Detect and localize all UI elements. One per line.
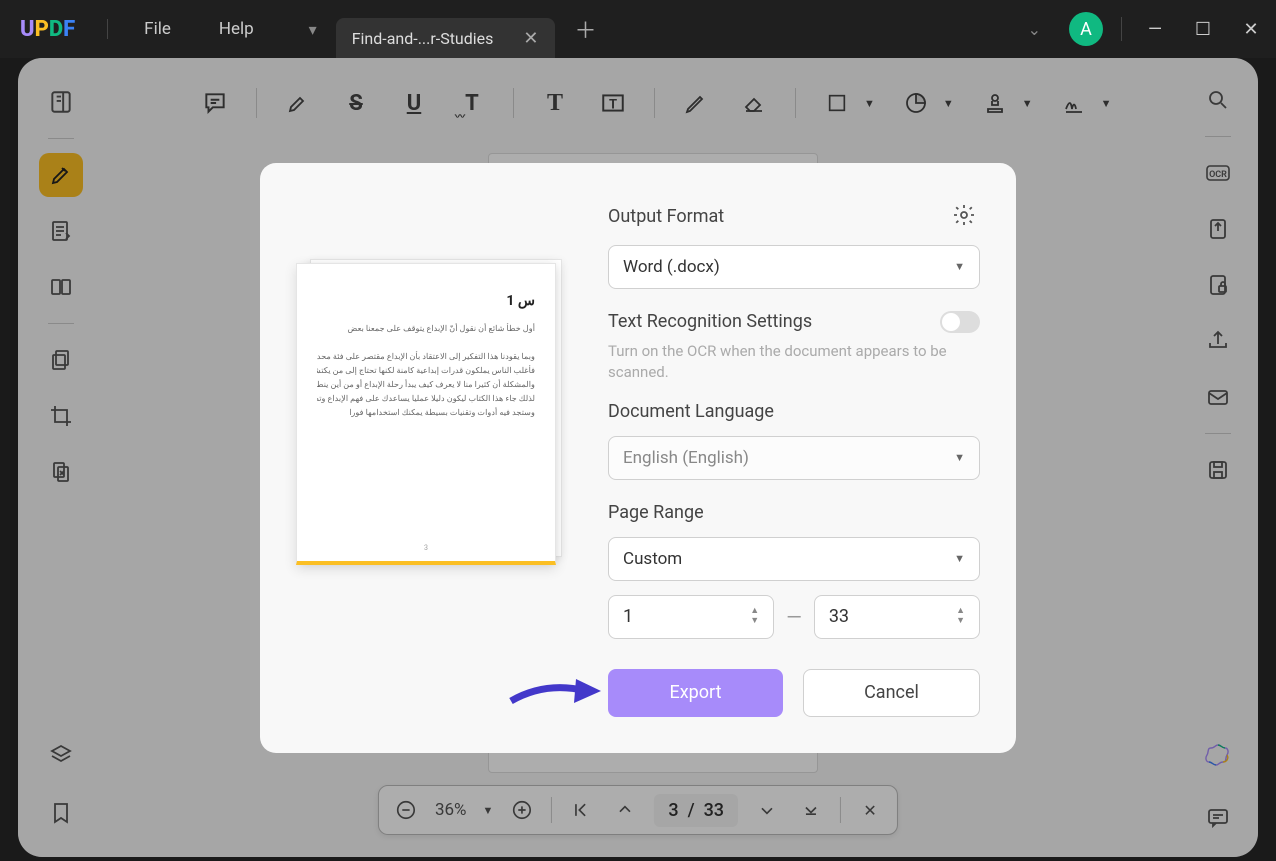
- settings-gear-icon[interactable]: [952, 203, 980, 231]
- menu-file[interactable]: File: [120, 19, 195, 39]
- output-format-value: Word (.docx): [623, 257, 720, 277]
- workspace: S U T〰 T T ▼ ▼ ▼ ▼ OCR 36% ▼: [18, 58, 1258, 857]
- window-minimize[interactable]: —: [1140, 19, 1170, 40]
- language-value: English (English): [623, 448, 749, 468]
- ocr-label: Text Recognition Settings: [608, 311, 812, 332]
- export-button[interactable]: Export: [608, 669, 783, 717]
- page-range-value: Custom: [623, 549, 682, 569]
- page-to-input[interactable]: 33 ▲▼: [814, 595, 980, 639]
- menu-help[interactable]: Help: [195, 19, 278, 39]
- dropdown-icon: ▼: [954, 552, 965, 565]
- page-range-select[interactable]: Custom ▼: [608, 537, 980, 581]
- export-form: Output Format Word (.docx) ▼ Text Recogn…: [608, 203, 980, 717]
- page-from-input[interactable]: 1 ▲▼: [608, 595, 774, 639]
- ocr-hint: Turn on the OCR when the document appear…: [608, 341, 980, 383]
- user-avatar[interactable]: A: [1069, 12, 1103, 46]
- page-preview: س 1 أول خطأ شائع أن نقول أنّ الإبداع يتو…: [296, 263, 578, 717]
- tab-list-dropdown[interactable]: ▾: [298, 14, 328, 44]
- preview-page-number: 3: [424, 543, 428, 555]
- divider: [1121, 17, 1122, 41]
- dropdown-icon: ▼: [954, 451, 965, 464]
- output-format-select[interactable]: Word (.docx) ▼: [608, 245, 980, 289]
- language-label: Document Language: [608, 401, 980, 422]
- output-format-label: Output Format: [608, 206, 724, 227]
- window-close[interactable]: ✕: [1236, 19, 1266, 40]
- export-dialog: س 1 أول خطأ شائع أن نقول أنّ الإبداع يتو…: [260, 163, 1016, 753]
- document-tab[interactable]: Find-and-...r-Studies ✕: [336, 18, 555, 58]
- page-range-label: Page Range: [608, 502, 980, 523]
- dropdown-icon: ▼: [954, 260, 965, 273]
- preview-heading: س 1: [317, 290, 535, 314]
- spinner-icon[interactable]: ▲▼: [956, 607, 965, 626]
- spinner-icon[interactable]: ▲▼: [750, 607, 759, 626]
- cancel-button[interactable]: Cancel: [803, 669, 980, 717]
- new-tab-button[interactable]: ＋: [575, 13, 597, 45]
- dropdown-icon[interactable]: ⌄: [1028, 20, 1041, 39]
- app-logo: UPDF: [0, 17, 95, 42]
- modal-overlay: س 1 أول خطأ شائع أن نقول أنّ الإبداع يتو…: [18, 58, 1258, 857]
- window-maximize[interactable]: ☐: [1188, 19, 1218, 40]
- range-dash: —: [786, 605, 802, 629]
- preview-page-front: س 1 أول خطأ شائع أن نقول أنّ الإبداع يتو…: [296, 263, 556, 565]
- divider: [107, 19, 108, 39]
- arrow-annotation-icon: [506, 671, 606, 711]
- tab-title: Find-and-...r-Studies: [352, 29, 494, 48]
- page-from-value: 1: [623, 606, 633, 627]
- titlebar: UPDF File Help ▾ Find-and-...r-Studies ✕…: [0, 0, 1276, 58]
- language-select[interactable]: English (English) ▼: [608, 436, 980, 480]
- ocr-toggle[interactable]: [940, 311, 980, 333]
- page-to-value: 33: [829, 606, 849, 627]
- tab-close-icon[interactable]: ✕: [523, 28, 538, 49]
